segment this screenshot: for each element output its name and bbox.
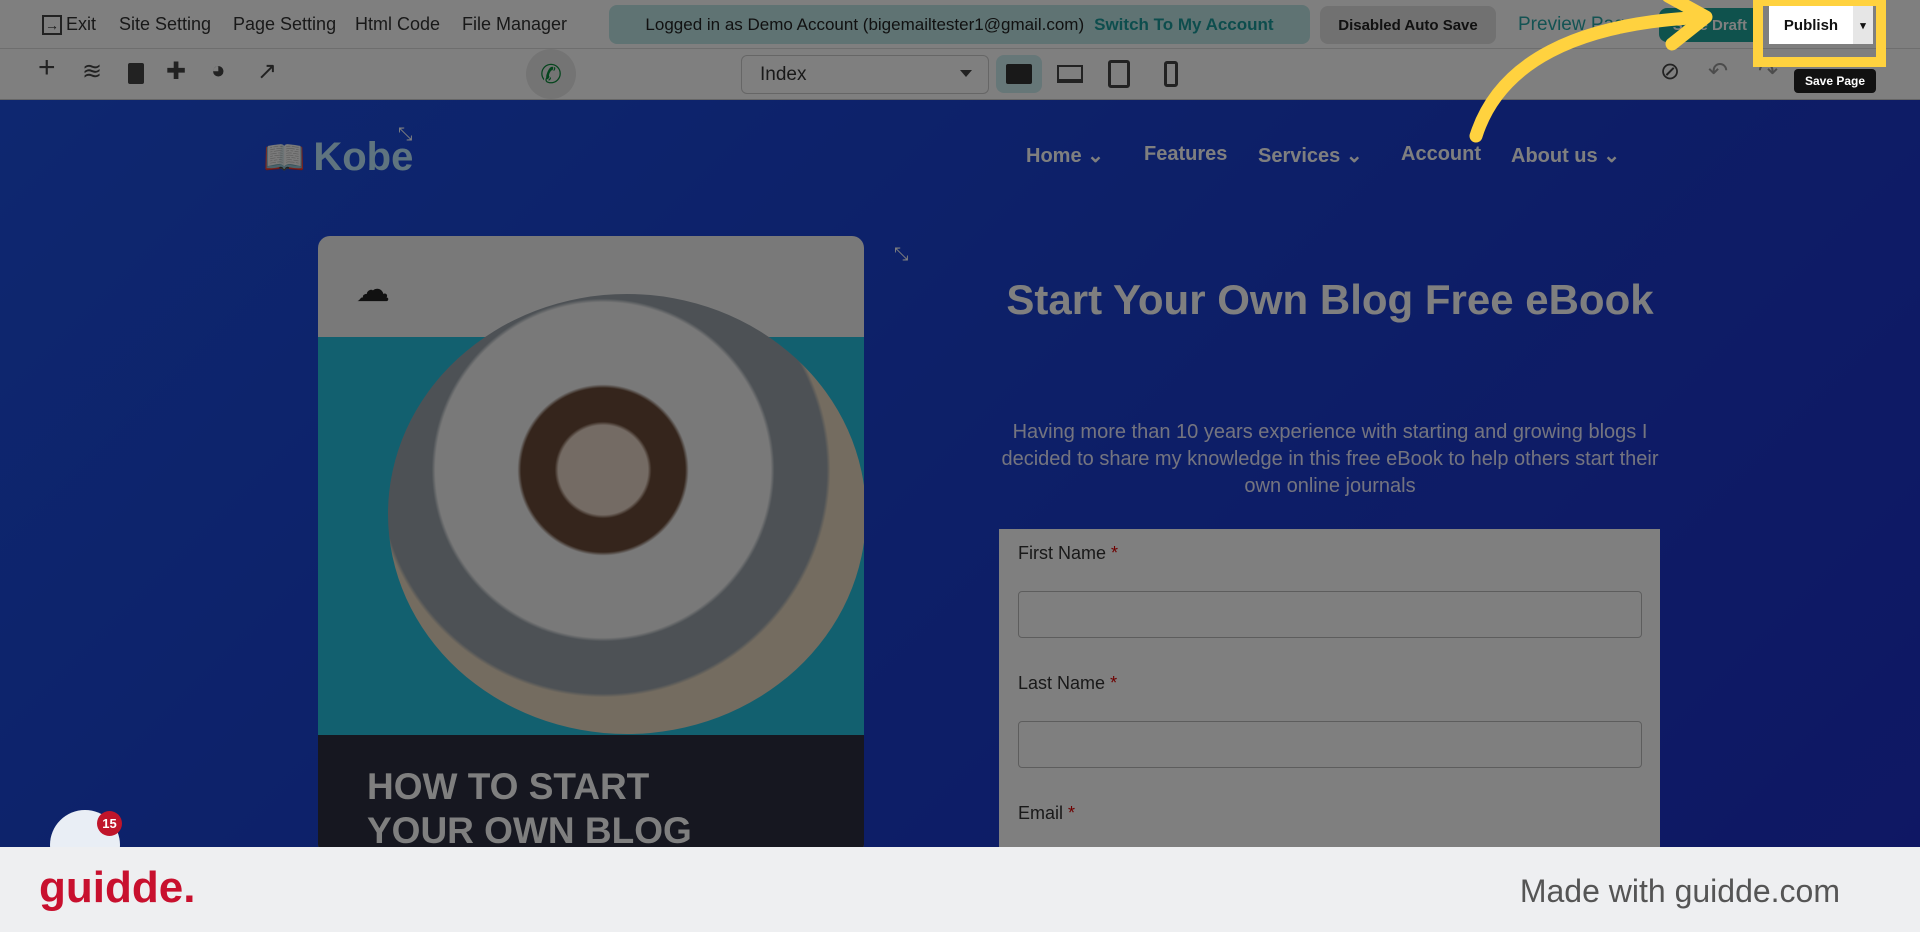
notification-badge: 15	[97, 811, 122, 836]
made-with-text: Made with guidde.com	[1519, 873, 1840, 909]
guidde-footer: guidde. Made with guidde.com	[0, 847, 1920, 932]
arrow-curve	[1469, 11, 1697, 143]
guidde-logo: guidde.	[39, 863, 196, 912]
pointer-arrow-icon	[1469, 0, 1713, 143]
